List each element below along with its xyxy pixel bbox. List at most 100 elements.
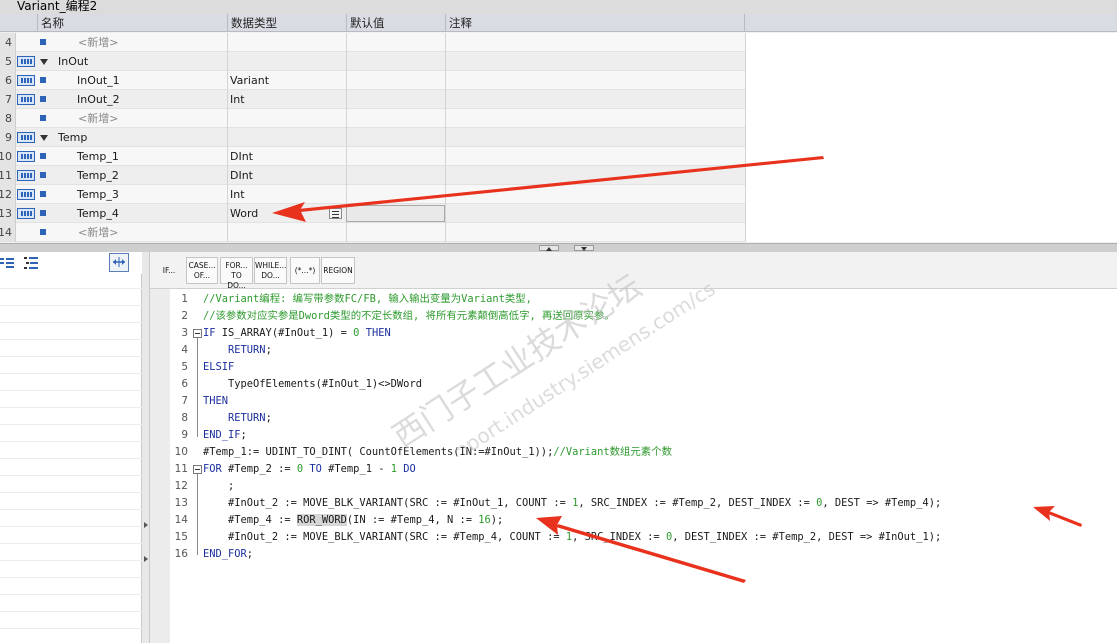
panel-gridline [0, 322, 142, 323]
default-value-editor[interactable] [346, 205, 445, 222]
collapse-triangle-icon[interactable] [40, 59, 48, 65]
default-cell[interactable] [346, 185, 347, 204]
table-row[interactable]: 6 InOut_1 Variant [0, 71, 1117, 90]
datatype-cell[interactable]: DInt [230, 147, 253, 166]
comment-button[interactable]: (*...*) [290, 257, 320, 284]
default-cell[interactable] [346, 52, 347, 71]
comment-cell[interactable] [445, 71, 446, 90]
code-line[interactable]: 11 FOR #Temp_2 := 0 TO #Temp_1 - 1 DO [150, 461, 1117, 478]
code-line[interactable]: 8 RETURN; [150, 410, 1117, 427]
header-datatype[interactable]: 数据类型 [227, 14, 346, 32]
default-cell[interactable] [346, 71, 347, 90]
default-cell[interactable] [346, 128, 347, 147]
fold-toggle-icon[interactable] [193, 465, 202, 474]
comment-cell[interactable] [445, 33, 446, 52]
table-row[interactable]: 12 Temp_3 Int [0, 185, 1117, 204]
code-text: END_IF; [203, 429, 247, 441]
code-line[interactable]: 1 //Variant编程: 编写带参数FC/FB, 输入输出变量为Variant… [150, 291, 1117, 308]
variable-name[interactable]: Temp_1 [77, 147, 119, 166]
variable-name[interactable]: InOut_2 [77, 90, 120, 109]
variable-name[interactable]: InOut_1 [77, 71, 120, 90]
header-comment[interactable]: 注释 [445, 14, 745, 32]
comment-cell[interactable] [445, 109, 446, 128]
row-empty-area [745, 185, 1117, 204]
code-line[interactable]: 9 END_IF; [150, 427, 1117, 444]
table-row[interactable]: 4 <新增> [0, 33, 1117, 52]
default-cell[interactable] [346, 223, 347, 242]
list-icon[interactable] [24, 257, 39, 269]
splitter-down-arrow-icon[interactable] [574, 245, 594, 251]
code-text: IF IS_ARRAY(#InOut_1) = 0 THEN [203, 327, 391, 339]
scl-code-editor[interactable]: 1 //Variant编程: 编写带参数FC/FB, 输入输出变量为Variant… [150, 289, 1117, 643]
code-line[interactable]: 16 END_FOR; [150, 546, 1117, 563]
instructions-panel [0, 252, 142, 643]
header-name[interactable]: 名称 [37, 14, 227, 32]
default-cell[interactable] [346, 90, 347, 109]
code-line[interactable]: 3 IF IS_ARRAY(#InOut_1) = 0 THEN [150, 325, 1117, 342]
variable-name[interactable]: Temp_3 [77, 185, 119, 204]
dropdown-icon[interactable] [329, 208, 342, 219]
row-number: 13 [0, 204, 16, 223]
datatype-cell[interactable]: Int [230, 90, 245, 109]
splitter-up-arrow-icon[interactable] [539, 245, 559, 251]
for-button[interactable]: FOR... TO DO... [220, 257, 253, 290]
scroll-expand-icon[interactable] [144, 556, 148, 562]
table-header: 名称 数据类型 默认值 注释 [0, 14, 1117, 32]
add-new-row[interactable]: <新增> [78, 33, 118, 52]
region-button[interactable]: REGION [321, 257, 355, 284]
table-row[interactable]: 8 <新增> [0, 109, 1117, 128]
code-line[interactable]: 2 //该参数对应实参是Dword类型的不定长数组, 将所有元素颠倒高低字, 再送… [150, 308, 1117, 325]
table-row[interactable]: 9 Temp [0, 128, 1117, 147]
add-new-row[interactable]: <新增> [78, 109, 118, 128]
if-button[interactable]: IF... [156, 257, 182, 284]
code-line[interactable]: 14 #Temp_4 := ROR_WORD(IN := #Temp_4, N … [150, 512, 1117, 529]
code-line[interactable]: 15 #InOut_2 := MOVE_BLK_VARIANT(SRC := #… [150, 529, 1117, 546]
expand-icon[interactable] [109, 253, 129, 272]
comment-cell[interactable] [445, 185, 446, 204]
table-row[interactable]: 13 Temp_4 Word [0, 204, 1117, 223]
editor-splitter[interactable] [0, 243, 1117, 252]
code-line[interactable]: 5 ELSIF [150, 359, 1117, 376]
outdent-icon[interactable] [0, 257, 14, 269]
comment-cell[interactable] [445, 166, 446, 185]
code-line[interactable]: 10 #Temp_1:= UDINT_TO_DINT( CountOfElemen… [150, 444, 1117, 461]
default-cell[interactable] [346, 166, 347, 185]
comment-cell[interactable] [445, 147, 446, 166]
code-line[interactable]: 6 TypeOfElements(#InOut_1)<>DWord [150, 376, 1117, 393]
case-button[interactable]: CASE... OF... [186, 257, 218, 284]
default-cell[interactable] [346, 33, 347, 52]
scroll-collapse-icon[interactable] [144, 522, 148, 528]
code-line[interactable]: 4 RETURN; [150, 342, 1117, 359]
comment-cell[interactable] [445, 52, 446, 71]
comment-cell[interactable] [445, 128, 446, 147]
datatype-cell[interactable]: Word [230, 204, 258, 223]
row-empty-area [745, 71, 1117, 90]
table-row[interactable]: 10 Temp_1 DInt [0, 147, 1117, 166]
datatype-cell[interactable]: DInt [230, 166, 253, 185]
cell-border [227, 109, 228, 128]
default-cell[interactable] [346, 147, 347, 166]
add-new-row[interactable]: <新增> [78, 223, 118, 242]
code-line[interactable]: 7 THEN [150, 393, 1117, 410]
comment-cell[interactable] [445, 90, 446, 109]
panel-scrollbar[interactable] [142, 252, 150, 643]
fold-toggle-icon[interactable] [193, 329, 202, 338]
table-row[interactable]: 14 <新增> [0, 223, 1117, 242]
datatype-cell[interactable]: Int [230, 185, 245, 204]
while-button[interactable]: WHILE... DO... [254, 257, 287, 284]
variable-name[interactable]: Temp_2 [77, 166, 119, 185]
collapse-triangle-icon[interactable] [40, 135, 48, 141]
comment-cell[interactable] [445, 223, 446, 242]
table-row[interactable]: 11 Temp_2 DInt [0, 166, 1117, 185]
code-line[interactable]: 13 #InOut_2 := MOVE_BLK_VARIANT(SRC := #… [150, 495, 1117, 512]
header-default[interactable]: 默认值 [346, 14, 445, 32]
variable-name[interactable]: Temp_4 [77, 204, 119, 223]
table-row[interactable]: 5 InOut [0, 52, 1117, 71]
panel-gridline [0, 356, 142, 357]
default-cell[interactable] [346, 109, 347, 128]
datatype-cell[interactable]: Variant [230, 71, 269, 90]
code-line[interactable]: 12 ; [150, 478, 1117, 495]
comment-cell[interactable] [445, 204, 446, 223]
cell-border [227, 147, 228, 166]
table-row[interactable]: 7 InOut_2 Int [0, 90, 1117, 109]
